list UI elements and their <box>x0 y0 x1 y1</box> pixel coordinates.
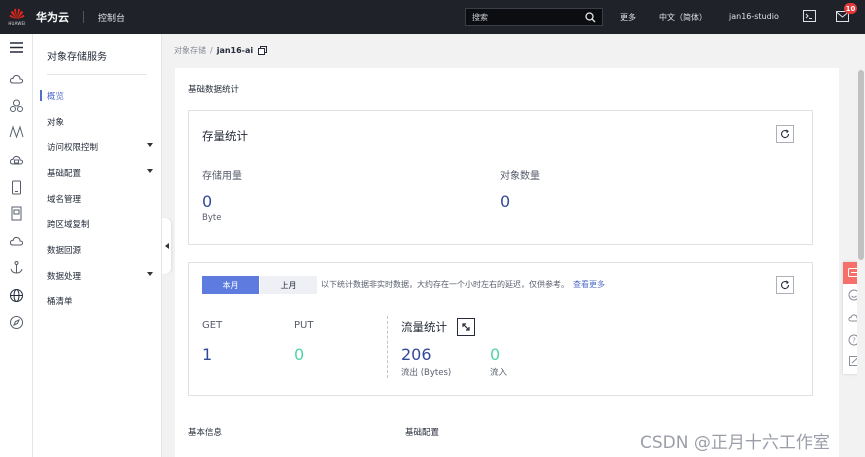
storage-usage-value: 0 <box>202 192 213 211</box>
more-menu[interactable]: 更多 <box>620 12 636 23</box>
sidebar-item-back-to-source[interactable]: 数据回源 <box>47 244 157 256</box>
traffic-refresh-button[interactable] <box>776 276 794 294</box>
watermark: CSDN @正月十六工作室 <box>640 433 830 453</box>
sidebar-item-basic-config[interactable]: 基础配置 <box>47 167 157 179</box>
brand-name[interactable]: 华为云 <box>36 9 69 25</box>
anchor-icon[interactable] <box>9 260 24 275</box>
storage-usage-unit: Byte <box>202 213 222 223</box>
breadcrumb-current: jan16-ai <box>216 46 254 55</box>
delay-notice: 以下统计数据非实时数据，大约存在一个小时左右的延迟，仅供参考。 查看更多 <box>321 279 605 290</box>
huawei-flower-icon <box>9 8 25 19</box>
globe-icon[interactable] <box>9 288 24 303</box>
sidebar-item-inventory[interactable]: 桶清单 <box>47 295 157 307</box>
service-sidebar: 对象存储服务 概览 对象 访问权限控制 基础配置 域名管理 跨区域复制 数据回源… <box>33 34 162 457</box>
caret-down-icon <box>147 143 153 147</box>
language-menu[interactable]: 中文（简体） <box>659 12 707 23</box>
sidebar-item-objects[interactable]: 对象 <box>47 116 157 128</box>
breadcrumb-parent[interactable]: 对象存储 <box>174 45 206 56</box>
search-input[interactable]: 搜索 <box>465 8 603 26</box>
service-icon-rail <box>0 34 33 457</box>
cloud-storage-icon[interactable] <box>9 152 24 167</box>
sidebar-item-domain-management[interactable]: 域名管理 <box>47 193 157 205</box>
expand-button[interactable] <box>457 318 475 336</box>
active-indicator <box>40 90 42 101</box>
inbound-value: 0 <box>490 345 501 364</box>
delay-notice-text: 以下统计数据非实时数据，大约存在一个小时左右的延迟，仅供参考。 <box>321 280 569 289</box>
refresh-icon <box>781 280 790 290</box>
storage-refresh-button[interactable] <box>776 125 794 143</box>
get-label: GET <box>202 320 223 331</box>
divider <box>83 11 84 23</box>
tab-last-month[interactable]: 上月 <box>260 276 317 294</box>
mobile-icon[interactable] <box>9 180 24 195</box>
sidebar-title: 对象存储服务 <box>47 52 107 63</box>
sidebar-item-label: 数据处理 <box>47 272 82 282</box>
sidebar-item-label: 域名管理 <box>47 195 82 205</box>
expand-icon <box>462 323 470 331</box>
sidebar-item-cross-region-replication[interactable]: 跨区域复制 <box>47 218 157 230</box>
flow-stats-title: 流量统计 <box>401 320 447 334</box>
divider <box>47 74 147 75</box>
cloud-icon[interactable] <box>9 72 24 87</box>
compass-icon[interactable] <box>9 315 24 330</box>
menu-icon[interactable] <box>9 40 24 55</box>
search-icon[interactable] <box>585 12 596 23</box>
section-title-basic-stats: 基础数据统计 <box>188 85 240 95</box>
object-count-value: 0 <box>500 192 511 211</box>
learn-more-link[interactable]: 查看更多 <box>573 280 605 289</box>
scrollbar-thumb[interactable] <box>858 70 864 260</box>
get-value: 1 <box>202 345 213 364</box>
copy-icon[interactable] <box>258 46 268 55</box>
refresh-icon <box>781 129 790 139</box>
caret-down-icon <box>147 272 153 276</box>
sidebar-item-label: 跨区域复制 <box>47 220 90 230</box>
document-icon[interactable] <box>9 206 24 221</box>
collapse-arrow-icon <box>164 243 169 249</box>
logo-caption: HUAWEI <box>8 21 26 26</box>
console-link[interactable]: 控制台 <box>98 11 125 24</box>
put-label: PUT <box>294 320 314 331</box>
sidebar-collapse-handle[interactable] <box>162 218 171 274</box>
outbound-label: 流出 (Bytes) <box>401 368 452 378</box>
outbound-value: 206 <box>401 345 432 364</box>
storage-stats-title: 存量统计 <box>202 129 248 143</box>
object-count-label: 对象数量 <box>500 171 540 182</box>
terminal-icon[interactable] <box>803 10 816 22</box>
section-title-basic-config: 基础配置 <box>405 428 440 438</box>
tab-this-month[interactable]: 本月 <box>202 276 259 294</box>
sidebar-item-overview[interactable]: 概览 <box>47 90 157 102</box>
user-menu[interactable]: jan16-studio <box>729 12 779 21</box>
notification-badge[interactable]: 10 <box>844 3 857 14</box>
sidebar-item-label: 概览 <box>47 92 65 102</box>
sidebar-item-access-control[interactable]: 访问权限控制 <box>47 141 157 153</box>
breadcrumb: 对象存储 / jan16-ai <box>174 45 268 56</box>
sidebar-item-label: 访问权限控制 <box>47 143 99 153</box>
huawei-logo[interactable]: HUAWEI <box>0 0 34 34</box>
sidebar-item-label: 桶清单 <box>47 297 73 307</box>
breadcrumb-separator: / <box>210 46 213 55</box>
page-scrollbar[interactable] <box>857 34 865 457</box>
cloud-service-icon[interactable] <box>9 234 24 249</box>
bridge-icon[interactable] <box>9 124 24 139</box>
users-icon[interactable] <box>9 98 24 113</box>
svg-text:?: ? <box>852 337 856 345</box>
period-tabs: 本月 上月 <box>202 276 317 294</box>
divider <box>387 316 388 378</box>
sidebar-item-label: 对象 <box>47 118 65 128</box>
caret-down-icon <box>147 169 153 173</box>
sidebar-item-label: 数据回源 <box>47 246 82 256</box>
section-title-basic-info: 基本信息 <box>188 428 223 438</box>
sidebar-item-label: 基础配置 <box>47 169 82 179</box>
storage-usage-label: 存储用量 <box>202 171 242 182</box>
inbound-label: 流入 <box>490 368 508 378</box>
put-value: 0 <box>294 345 305 364</box>
search-placeholder: 搜索 <box>472 12 488 22</box>
sidebar-item-data-processing[interactable]: 数据处理 <box>47 270 157 282</box>
